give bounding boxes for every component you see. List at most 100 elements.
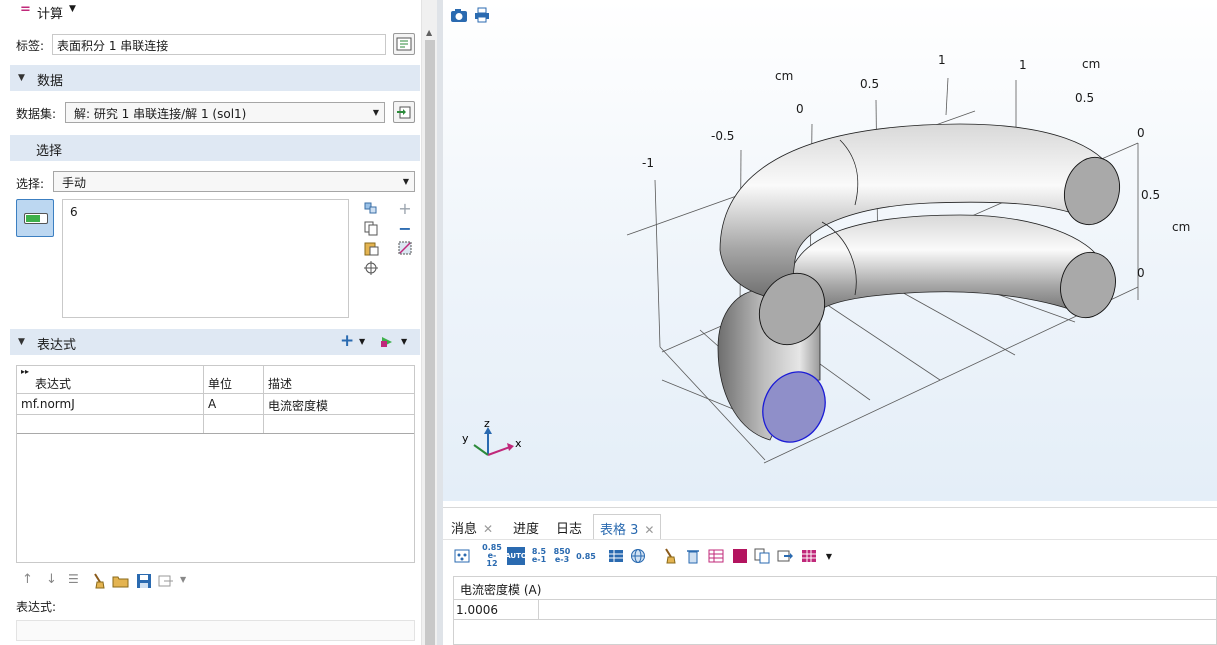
format-decimal-button[interactable]: 0.85 bbox=[576, 547, 596, 565]
settings-titlebar: = 计算 ▼ bbox=[0, 0, 421, 22]
selection-section-title: 选择 bbox=[36, 144, 63, 159]
table-settings-icon[interactable] bbox=[453, 547, 471, 565]
open-folder-icon[interactable] bbox=[112, 573, 130, 589]
x-tick: -0.5 bbox=[711, 129, 734, 143]
tab-log[interactable]: 日志 bbox=[550, 514, 588, 540]
title-dropdown-icon[interactable]: ▼ bbox=[69, 4, 76, 14]
clear-table-icon[interactable] bbox=[92, 573, 106, 589]
expression-table[interactable]: ▸▸ 表达式 单位 描述 mf.normJ A 电流密度模 bbox=[16, 365, 415, 563]
selection-list[interactable]: 6 bbox=[62, 199, 349, 318]
z-tick: 0 bbox=[1137, 266, 1145, 280]
triad-z-label: z bbox=[484, 417, 490, 430]
settings-panel: = 计算 ▼ 标签: 表面积分 1 串联连接 ▼ 数据 数据集: 解: 研究 1… bbox=[0, 0, 421, 645]
chevron-down-icon[interactable]: ▼ bbox=[820, 547, 838, 565]
settings-scrollbar[interactable]: ▲ bbox=[421, 0, 437, 645]
format-engineering-button[interactable]: 8.5 e-1 bbox=[530, 547, 548, 565]
export-icon[interactable] bbox=[158, 573, 174, 589]
format-auto-button[interactable]: AUTO bbox=[505, 547, 527, 565]
x-tick: 0 bbox=[796, 102, 804, 116]
chevron-down-icon[interactable]: ▼ bbox=[359, 337, 365, 346]
y-tick: 1 bbox=[1019, 58, 1027, 72]
selection-entity[interactable]: 6 bbox=[70, 205, 341, 219]
copy-selection-icon[interactable] bbox=[363, 220, 379, 236]
active-selection-toggle[interactable] bbox=[16, 199, 54, 237]
goto-source-icon bbox=[397, 106, 411, 119]
export-table-icon[interactable] bbox=[776, 547, 794, 565]
table-format-icon[interactable] bbox=[800, 547, 818, 565]
format-engineering-alt-button[interactable]: 850 e-3 bbox=[553, 547, 571, 565]
axis-unit-label: cm bbox=[1082, 57, 1100, 71]
results-table-header: 电流密度模 (A) bbox=[454, 577, 1216, 600]
plus-icon[interactable]: + bbox=[397, 199, 413, 218]
row-description[interactable]: 电流密度模 bbox=[268, 397, 328, 414]
clear-selection-icon[interactable] bbox=[397, 240, 413, 256]
chevron-down-icon: ▼ bbox=[402, 177, 409, 186]
chevron-down-icon[interactable]: ▼ bbox=[180, 575, 186, 584]
globe-icon[interactable] bbox=[629, 547, 647, 565]
label-input[interactable]: 表面积分 1 串联连接 bbox=[52, 34, 386, 55]
label-edit-button[interactable] bbox=[393, 33, 415, 55]
table-toolbar: 0.85 e-12 AUTO 8.5 e-1 850 e-3 0.85 ▼ bbox=[443, 539, 1217, 571]
camera-icon[interactable] bbox=[450, 7, 468, 23]
format-scientific-button[interactable]: 0.85 e-12 bbox=[482, 544, 502, 568]
delete-icon[interactable] bbox=[684, 547, 702, 565]
save-icon[interactable] bbox=[136, 573, 152, 589]
tab-table-3[interactable]: 表格 3 ✕ bbox=[593, 514, 662, 540]
paste-selection-icon[interactable] bbox=[363, 240, 379, 256]
replace-expression-icon[interactable] bbox=[380, 335, 394, 349]
zoom-to-selection-icon[interactable] bbox=[363, 260, 379, 276]
close-icon[interactable]: ✕ bbox=[644, 523, 654, 537]
close-icon[interactable]: ✕ bbox=[483, 522, 493, 536]
row-unit[interactable]: A bbox=[208, 397, 216, 411]
graphics-window[interactable]: cm -1 -0.5 0 0.5 1 1 cm 0.5 0 0.5 cm 0 z… bbox=[443, 0, 1217, 501]
expand-columns-icon[interactable]: ▸▸ bbox=[21, 367, 29, 376]
full-precision-icon[interactable] bbox=[607, 547, 625, 565]
scroll-up-icon[interactable]: ▲ bbox=[426, 28, 432, 37]
note-icon bbox=[396, 37, 412, 51]
selection-section-header[interactable]: 选择 bbox=[10, 135, 420, 161]
results-column-header[interactable]: 电流密度模 (A) bbox=[460, 581, 541, 598]
add-expression-icon[interactable]: + bbox=[340, 331, 354, 351]
x-tick: 1 bbox=[938, 53, 946, 67]
dataset-select[interactable]: 解: 研究 1 串联连接/解 1 (sol1) ▼ bbox=[65, 102, 385, 123]
fill-color-icon[interactable] bbox=[731, 547, 749, 565]
axis-unit-label: cm bbox=[775, 69, 793, 83]
move-down-icon[interactable]: ↓ bbox=[46, 572, 57, 587]
toggle-switch-icon bbox=[24, 213, 48, 224]
column-expression[interactable]: 表达式 bbox=[35, 375, 71, 392]
coil-second-turn[interactable] bbox=[789, 214, 1101, 316]
selection-mode-select[interactable]: 手动 ▼ bbox=[53, 171, 415, 192]
data-section-header[interactable]: ▼ 数据 bbox=[10, 65, 420, 91]
table-row[interactable]: 1.0006 bbox=[454, 600, 539, 620]
selection-mode-value: 手动 bbox=[62, 176, 87, 190]
expression-field[interactable] bbox=[16, 620, 415, 641]
tab-label: 表格 3 bbox=[600, 523, 639, 538]
results-value-cell[interactable]: 1.0006 bbox=[456, 603, 498, 617]
collapse-icon: ▼ bbox=[18, 337, 25, 347]
column-unit[interactable]: 单位 bbox=[208, 375, 232, 392]
print-icon[interactable] bbox=[474, 7, 490, 23]
chevron-down-icon[interactable]: ▼ bbox=[401, 337, 407, 346]
table-grid-icon[interactable] bbox=[707, 547, 725, 565]
clear-table-icon[interactable] bbox=[661, 547, 679, 565]
add-to-selection-icon[interactable] bbox=[363, 200, 379, 216]
scrollbar-thumb[interactable] bbox=[425, 40, 435, 645]
axis-triad: z x y bbox=[462, 417, 522, 456]
model-view[interactable]: cm -1 -0.5 0 0.5 1 1 cm 0.5 0 0.5 cm 0 z… bbox=[443, 0, 1217, 501]
move-up-icon[interactable]: ↑ bbox=[22, 572, 33, 587]
results-table[interactable]: 电流密度模 (A) 1.0006 bbox=[453, 576, 1217, 645]
copy-table-icon[interactable] bbox=[753, 547, 771, 565]
minus-icon[interactable]: − bbox=[397, 219, 413, 238]
dataset-caption: 数据集: bbox=[16, 107, 57, 121]
triad-y-label: y bbox=[462, 432, 469, 445]
settings-title: 计算 bbox=[37, 7, 64, 22]
x-tick: 0.5 bbox=[860, 77, 879, 91]
dataset-goto-button[interactable] bbox=[393, 101, 415, 123]
column-description[interactable]: 描述 bbox=[268, 375, 292, 392]
tab-progress[interactable]: 进度 bbox=[507, 514, 545, 540]
tab-messages[interactable]: 消息 ✕ bbox=[445, 514, 499, 540]
delete-rows-icon[interactable]: ☰ bbox=[68, 572, 79, 586]
evaluate-icon: = bbox=[20, 2, 31, 17]
row-expression[interactable]: mf.normJ bbox=[21, 397, 75, 411]
expression-section-header[interactable]: ▼ 表达式 + ▼ ▼ bbox=[10, 329, 420, 355]
